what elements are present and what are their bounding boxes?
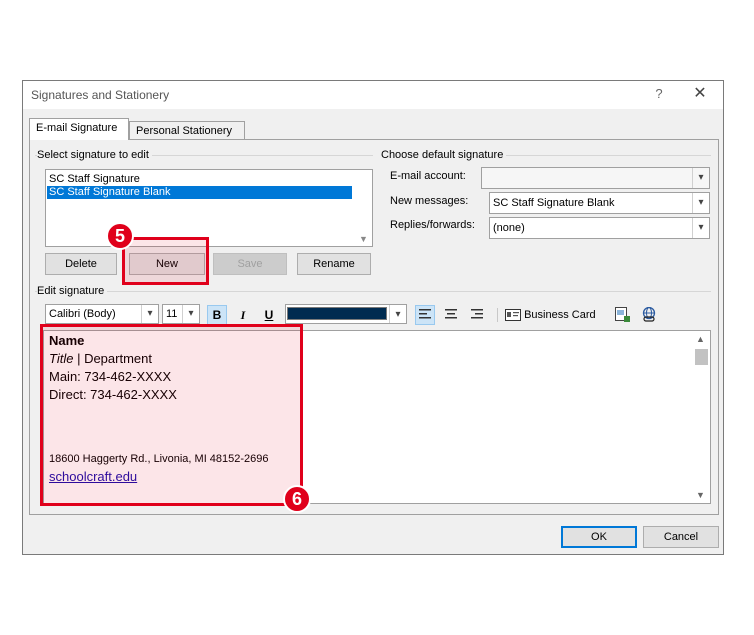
tab-personal-stationery[interactable]: Personal Stationery: [129, 121, 245, 139]
new-messages-label: New messages:: [390, 195, 469, 207]
new-messages-value: SC Staff Signature Blank: [493, 197, 615, 209]
select-group-label: Select signature to edit: [37, 149, 152, 161]
business-card-button[interactable]: Business Card: [505, 307, 596, 325]
edit-group-label: Edit signature: [37, 285, 108, 297]
step6-badge: 6: [283, 485, 311, 513]
font-value: Calibri (Body): [49, 308, 116, 320]
chevron-down-icon[interactable]: ▾: [182, 305, 199, 323]
step5-badge: 5: [106, 222, 134, 250]
replies-forwards-value: (none): [493, 222, 525, 234]
email-account-label: E-mail account:: [390, 170, 466, 182]
list-item[interactable]: SC Staff Signature: [47, 173, 140, 186]
picture-icon: [615, 307, 630, 322]
cancel-button[interactable]: Cancel: [643, 526, 719, 548]
align-left-button[interactable]: [415, 305, 435, 325]
default-group-label: Choose default signature: [381, 149, 507, 161]
signature-list[interactable]: SC Staff Signature SC Staff Signature Bl…: [45, 169, 373, 247]
insert-picture-button[interactable]: [615, 307, 631, 326]
align-right-icon: [471, 309, 483, 319]
tab-email-signature[interactable]: E-mail Signature: [29, 118, 129, 140]
chevron-down-icon[interactable]: ▼: [359, 234, 368, 244]
delete-button[interactable]: Delete: [45, 253, 117, 275]
chevron-down-icon[interactable]: ▾: [141, 305, 158, 323]
align-center-button[interactable]: [441, 305, 461, 325]
underline-button[interactable]: U: [259, 305, 279, 325]
help-button[interactable]: ?: [653, 86, 665, 101]
align-right-button[interactable]: [467, 305, 487, 325]
email-account-select[interactable]: ▾: [481, 167, 710, 189]
italic-button[interactable]: I: [233, 305, 253, 325]
font-size-value: 11: [166, 308, 178, 320]
tab-personal-stationery-label: Personal Stationery: [136, 125, 232, 137]
tab-email-signature-label: E-mail Signature: [36, 122, 118, 134]
window-title: Signatures and Stationery: [31, 88, 170, 102]
rename-button[interactable]: Rename: [297, 253, 371, 275]
toolbar-separator: [497, 308, 498, 322]
chevron-down-icon[interactable]: ▼: [696, 490, 705, 500]
font-color-swatch: [287, 307, 387, 320]
business-card-label: Business Card: [524, 309, 596, 321]
close-icon[interactable]: ✕: [691, 84, 709, 104]
editor-scrollbar[interactable]: ▲ ▼: [693, 331, 710, 503]
ok-button[interactable]: OK: [561, 526, 637, 548]
new-messages-select[interactable]: SC Staff Signature Blank ▾: [489, 192, 710, 214]
chevron-down-icon[interactable]: ▾: [692, 218, 709, 238]
scrollbar-thumb[interactable]: [695, 349, 708, 365]
font-size-select[interactable]: 11 ▾: [162, 304, 200, 324]
chevron-down-icon[interactable]: ▾: [692, 168, 709, 188]
step5-highlight: [122, 237, 209, 285]
list-item-selected[interactable]: SC Staff Signature Blank: [47, 186, 352, 199]
replies-forwards-select[interactable]: (none) ▾: [489, 217, 710, 239]
edit-group-line: [35, 291, 711, 292]
title-bar: Signatures and Stationery ? ✕: [23, 81, 723, 109]
font-select[interactable]: Calibri (Body) ▾: [45, 304, 159, 324]
save-button[interactable]: Save: [213, 253, 287, 275]
bold-button[interactable]: B: [207, 305, 227, 325]
align-left-icon: [419, 309, 431, 319]
step6-highlight: [40, 324, 303, 506]
chevron-down-icon[interactable]: ▾: [692, 193, 709, 213]
align-center-icon: [445, 309, 457, 319]
replies-forwards-label: Replies/forwards:: [390, 219, 475, 231]
chevron-up-icon[interactable]: ▲: [696, 334, 705, 344]
business-card-icon: [505, 309, 521, 322]
list-scrollbar[interactable]: ▼: [355, 170, 372, 246]
chevron-down-icon[interactable]: ▾: [389, 305, 406, 323]
insert-hyperlink-button[interactable]: [641, 306, 657, 326]
hyperlink-icon: [642, 306, 656, 322]
